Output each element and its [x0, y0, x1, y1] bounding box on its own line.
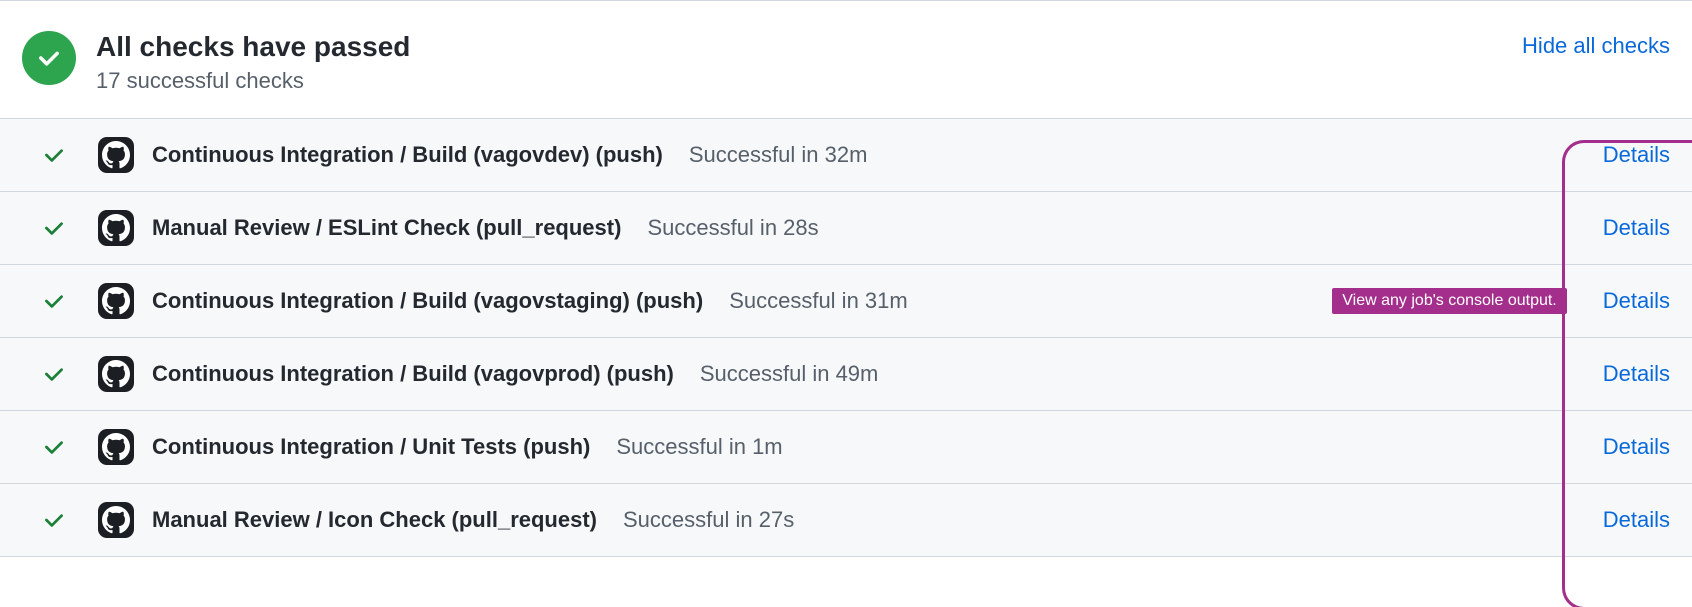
details-link[interactable]: Details [1603, 507, 1670, 533]
header-left: All checks have passed 17 successful che… [22, 29, 410, 94]
details-link[interactable]: Details [1603, 288, 1670, 314]
check-row: Manual Review / ESLint Check (pull_reque… [0, 192, 1692, 265]
check-status: Successful in 27s [623, 507, 794, 533]
check-success-icon [40, 360, 68, 388]
checks-subtitle: 17 successful checks [96, 68, 410, 94]
check-success-icon [40, 287, 68, 315]
details-link[interactable]: Details [1603, 434, 1670, 460]
check-status: Successful in 1m [616, 434, 782, 460]
check-row: Continuous Integration / Unit Tests (pus… [0, 411, 1692, 484]
check-row: Continuous Integration / Build (vagovsta… [0, 265, 1692, 338]
check-name: Continuous Integration / Build (vagovsta… [152, 288, 703, 314]
check-row: Continuous Integration / Build (vagovdev… [0, 119, 1692, 192]
details-link[interactable]: Details [1603, 215, 1670, 241]
checks-list: Continuous Integration / Build (vagovdev… [0, 118, 1692, 557]
check-row: Manual Review / Icon Check (pull_request… [0, 484, 1692, 557]
success-circle-icon [22, 31, 76, 85]
hide-all-checks-link[interactable]: Hide all checks [1522, 33, 1670, 59]
checks-title: All checks have passed [96, 29, 410, 64]
check-status: Successful in 49m [700, 361, 879, 387]
github-avatar-icon [98, 283, 134, 319]
check-status: Successful in 32m [689, 142, 868, 168]
checks-header: All checks have passed 17 successful che… [0, 1, 1692, 118]
details-link[interactable]: Details [1603, 142, 1670, 168]
github-avatar-icon [98, 137, 134, 173]
github-avatar-icon [98, 502, 134, 538]
check-row: Continuous Integration / Build (vagovpro… [0, 338, 1692, 411]
check-success-icon [40, 214, 68, 242]
github-avatar-icon [98, 429, 134, 465]
check-name: Continuous Integration / Build (vagovpro… [152, 361, 674, 387]
check-name: Manual Review / ESLint Check (pull_reque… [152, 215, 621, 241]
check-name: Manual Review / Icon Check (pull_request… [152, 507, 597, 533]
check-status: Successful in 31m [729, 288, 908, 314]
github-avatar-icon [98, 356, 134, 392]
header-text: All checks have passed 17 successful che… [96, 29, 410, 94]
check-name: Continuous Integration / Build (vagovdev… [152, 142, 663, 168]
check-success-icon [40, 141, 68, 169]
check-status: Successful in 28s [647, 215, 818, 241]
check-name: Continuous Integration / Unit Tests (pus… [152, 434, 590, 460]
check-success-icon [40, 433, 68, 461]
github-avatar-icon [98, 210, 134, 246]
console-output-tooltip: View any job's console output. [1332, 288, 1566, 314]
details-link[interactable]: Details [1603, 361, 1670, 387]
check-success-icon [40, 506, 68, 534]
